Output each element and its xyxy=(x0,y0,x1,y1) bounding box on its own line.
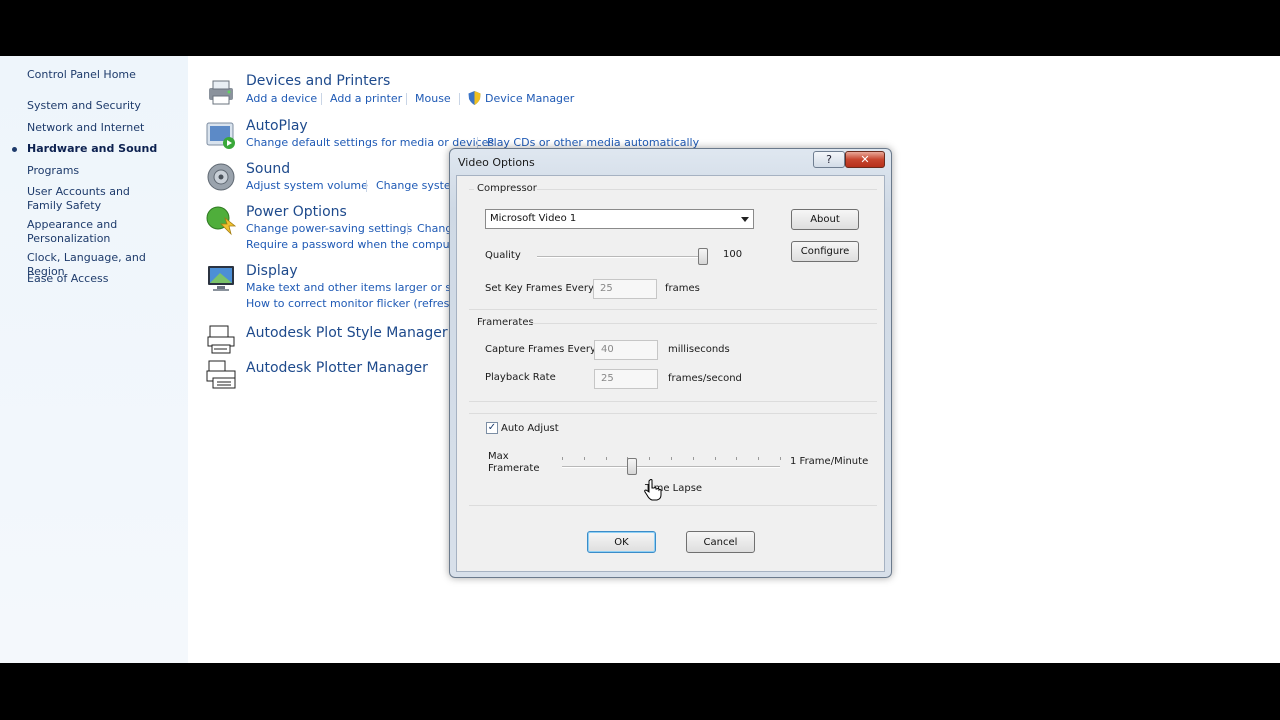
compressor-group-label: Compressor xyxy=(477,183,537,194)
capture-frames-unit: milliseconds xyxy=(668,344,730,355)
plotter-manager-icon xyxy=(206,360,236,389)
nav-system-and-security[interactable]: System and Security xyxy=(27,99,177,113)
separator xyxy=(321,93,322,105)
display-title[interactable]: Display xyxy=(246,263,298,279)
separator xyxy=(406,93,407,105)
slider-tick xyxy=(780,457,781,460)
plot-style-manager-icon xyxy=(207,325,235,354)
quality-slider-track[interactable] xyxy=(537,256,703,258)
compressor-select[interactable]: Microsoft Video 1 xyxy=(485,209,754,229)
adjust-system-volume-link[interactable]: Adjust system volume xyxy=(246,179,368,192)
dialog-body: Compressor Microsoft Video 1 About Confi… xyxy=(456,175,885,572)
capture-frames-input[interactable]: 40 xyxy=(594,340,658,360)
video-options-dialog: Video Options ? ✕ Compressor Microsoft V… xyxy=(449,148,892,578)
dialog-title: Video Options xyxy=(458,156,535,169)
quality-slider-thumb[interactable] xyxy=(698,248,708,265)
device-manager-link[interactable]: Device Manager xyxy=(485,92,574,105)
sound-title[interactable]: Sound xyxy=(246,161,290,177)
max-framerate-slider-track[interactable] xyxy=(562,466,780,468)
group-border xyxy=(469,401,877,402)
nav-hardware-and-sound[interactable]: Hardware and Sound xyxy=(27,142,177,156)
slider-tick xyxy=(714,457,716,460)
max-framerate-label-line2: Framerate xyxy=(488,463,540,474)
keyframes-label: Set Key Frames Every xyxy=(485,283,594,294)
group-border xyxy=(469,309,877,310)
separator xyxy=(459,93,460,105)
quality-label: Quality xyxy=(485,250,521,261)
left-navigation: Control Panel Home System and Security N… xyxy=(0,56,188,663)
printer-icon xyxy=(209,80,233,105)
check-icon: ✓ xyxy=(487,422,497,433)
chevron-down-icon xyxy=(741,217,749,222)
slider-tick xyxy=(583,457,585,460)
playback-rate-label: Playback Rate xyxy=(485,372,556,383)
slider-tick xyxy=(649,457,651,460)
max-framerate-slider-thumb[interactable] xyxy=(626,458,637,475)
max-framerate-label-line1: Max xyxy=(488,451,509,462)
about-button[interactable]: About xyxy=(791,209,859,230)
power-options-title[interactable]: Power Options xyxy=(246,204,347,220)
cancel-button[interactable]: Cancel xyxy=(686,531,755,553)
group-border xyxy=(531,323,877,324)
configure-button[interactable]: Configure xyxy=(791,241,859,262)
slider-tick xyxy=(692,457,694,460)
ok-button[interactable]: OK xyxy=(587,531,656,553)
correct-monitor-flicker-link[interactable]: How to correct monitor flicker (refresh … xyxy=(246,297,471,310)
group-border xyxy=(537,189,877,190)
slider-tick xyxy=(562,457,563,460)
add-a-printer-link[interactable]: Add a printer xyxy=(330,92,402,105)
devices-and-printers-title[interactable]: Devices and Printers xyxy=(246,73,390,89)
power-options-icon xyxy=(206,206,237,236)
help-button[interactable]: ? xyxy=(813,151,845,168)
autoplay-title[interactable]: AutoPlay xyxy=(246,118,308,134)
separator xyxy=(407,223,408,235)
compressor-selected-value: Microsoft Video 1 xyxy=(490,213,577,224)
playback-rate-input[interactable]: 25 xyxy=(594,369,658,389)
make-text-larger-link[interactable]: Make text and other items larger or smal… xyxy=(246,281,475,294)
hand-cursor-icon xyxy=(644,479,662,501)
slider-tick xyxy=(671,457,672,460)
change-power-button-link[interactable]: Chang xyxy=(417,222,452,235)
nav-ease-of-access[interactable]: Ease of Access xyxy=(27,272,177,286)
capture-frames-label: Capture Frames Every xyxy=(485,344,596,355)
close-button[interactable]: ✕ xyxy=(845,151,885,168)
shield-icon xyxy=(468,91,481,105)
plotter-manager-title[interactable]: Autodesk Plotter Manager xyxy=(246,360,428,376)
slider-tick xyxy=(758,457,760,460)
auto-adjust-checkbox[interactable]: ✓ xyxy=(486,422,498,434)
nav-network-and-internet[interactable]: Network and Internet xyxy=(27,121,177,135)
group-border xyxy=(469,505,877,506)
separator xyxy=(366,180,367,192)
framerates-group-label: Framerates xyxy=(477,317,534,328)
quality-value: 100 xyxy=(723,249,743,260)
require-password-link[interactable]: Require a password when the computer w xyxy=(246,238,478,251)
auto-adjust-label[interactable]: Auto Adjust xyxy=(501,423,559,434)
slider-tick xyxy=(605,457,607,460)
group-border xyxy=(469,189,474,190)
nav-appearance[interactable]: Appearance and Personalization xyxy=(27,218,137,246)
group-border xyxy=(469,413,877,414)
monitor-icon xyxy=(208,266,234,291)
nav-control-panel-home[interactable]: Control Panel Home xyxy=(27,68,177,82)
playback-rate-unit: frames/second xyxy=(668,373,742,384)
add-a-device-link[interactable]: Add a device xyxy=(246,92,317,105)
keyframes-unit: frames xyxy=(665,283,700,294)
slider-tick xyxy=(736,457,738,460)
change-power-saving-link[interactable]: Change power-saving settings xyxy=(246,222,412,235)
nav-user-accounts[interactable]: User Accounts and Family Safety xyxy=(27,185,167,213)
mouse-link[interactable]: Mouse xyxy=(415,92,451,105)
speaker-icon xyxy=(207,163,235,191)
keyframes-input[interactable]: 25 xyxy=(593,279,657,299)
active-bullet-icon xyxy=(12,147,17,152)
nav-programs[interactable]: Programs xyxy=(27,164,177,178)
control-panel-window: Control Panel Home System and Security N… xyxy=(0,56,1280,663)
one-frame-per-minute-label: 1 Frame/Minute xyxy=(790,456,869,467)
autoplay-icon xyxy=(206,122,235,149)
plot-style-manager-title[interactable]: Autodesk Plot Style Manager xyxy=(246,325,448,341)
